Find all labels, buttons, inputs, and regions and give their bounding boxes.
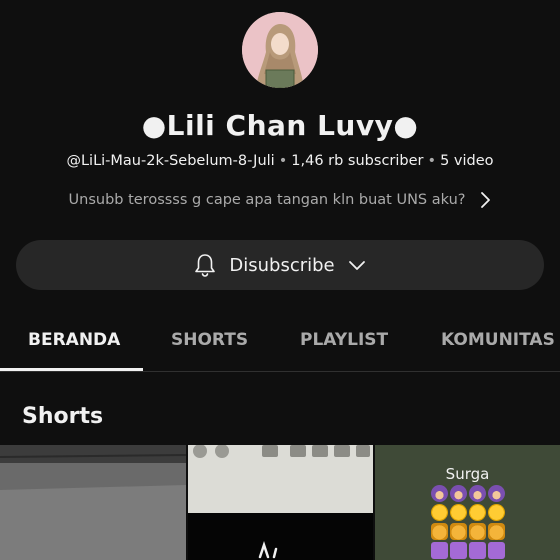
video-count: 5 video [440, 153, 494, 169]
chevron-right-icon [481, 192, 491, 208]
tab-shorts[interactable]: SHORTS [171, 310, 248, 372]
short-thumbnail[interactable]: Surga [375, 445, 560, 560]
hijab-emoji-icon [431, 485, 448, 502]
cat-emoji-icon [488, 523, 505, 540]
avatar-illustration [242, 12, 318, 88]
short-thumbnail[interactable] [188, 445, 373, 560]
chevron-down-icon [348, 261, 365, 270]
hijab-emoji-icon [488, 485, 505, 502]
moon-emoji-icon [450, 542, 467, 559]
short-thumbnail[interactable] [0, 445, 186, 560]
channel-meta: @LiLi-Mau-2k-Sebelum-8-Juli • 1,46 rb subs… [0, 153, 560, 169]
hijab-emoji-icon [450, 485, 467, 502]
smile-emoji-icon [450, 504, 467, 521]
channel-name: ●Lili Chan Luvy● [141, 109, 419, 142]
cat-emoji-icon [431, 523, 448, 540]
subscriber-count: 1,46 rb subscriber [291, 153, 424, 169]
tab-komunitas[interactable]: KOMUNITAS [441, 310, 555, 372]
subscribed-button[interactable]: Disubscribe [16, 240, 544, 290]
tab-beranda[interactable]: BERANDA [28, 310, 120, 372]
smile-emoji-icon [488, 504, 505, 521]
channel-description: Unsubb terossss g cape apa tangan kln bu… [68, 192, 466, 208]
shorts-section-title: Shorts [22, 404, 104, 429]
meta-separator: • [427, 153, 437, 169]
bell-icon [195, 254, 216, 277]
subscribe-label: Disubscribe [229, 254, 335, 276]
channel-avatar[interactable] [242, 12, 318, 88]
moon-emoji-icon [431, 542, 448, 559]
hijab-emoji-icon [469, 485, 486, 502]
meta-separator: • [278, 153, 288, 169]
short-overlay-text: Surga [445, 465, 490, 483]
smile-emoji-icon [469, 504, 486, 521]
emoji-grid [431, 485, 507, 559]
tab-playlist[interactable]: PLAYLIST [300, 310, 388, 372]
smile-emoji-icon [431, 504, 448, 521]
channel-handle: @LiLi-Mau-2k-Sebelum-8-Juli [66, 153, 275, 169]
moon-emoji-icon [488, 542, 505, 559]
active-tab-indicator [0, 368, 143, 371]
cat-emoji-icon [469, 523, 486, 540]
channel-description-row[interactable]: Unsubb terossss g cape apa tangan kln bu… [0, 190, 560, 210]
moon-emoji-icon [469, 542, 486, 559]
channel-tabs: BERANDA SHORTS PLAYLIST KOMUNITAS [0, 310, 560, 372]
short-thumbnail-image [188, 445, 373, 560]
cat-emoji-icon [450, 523, 467, 540]
short-thumbnail-image [0, 445, 186, 560]
